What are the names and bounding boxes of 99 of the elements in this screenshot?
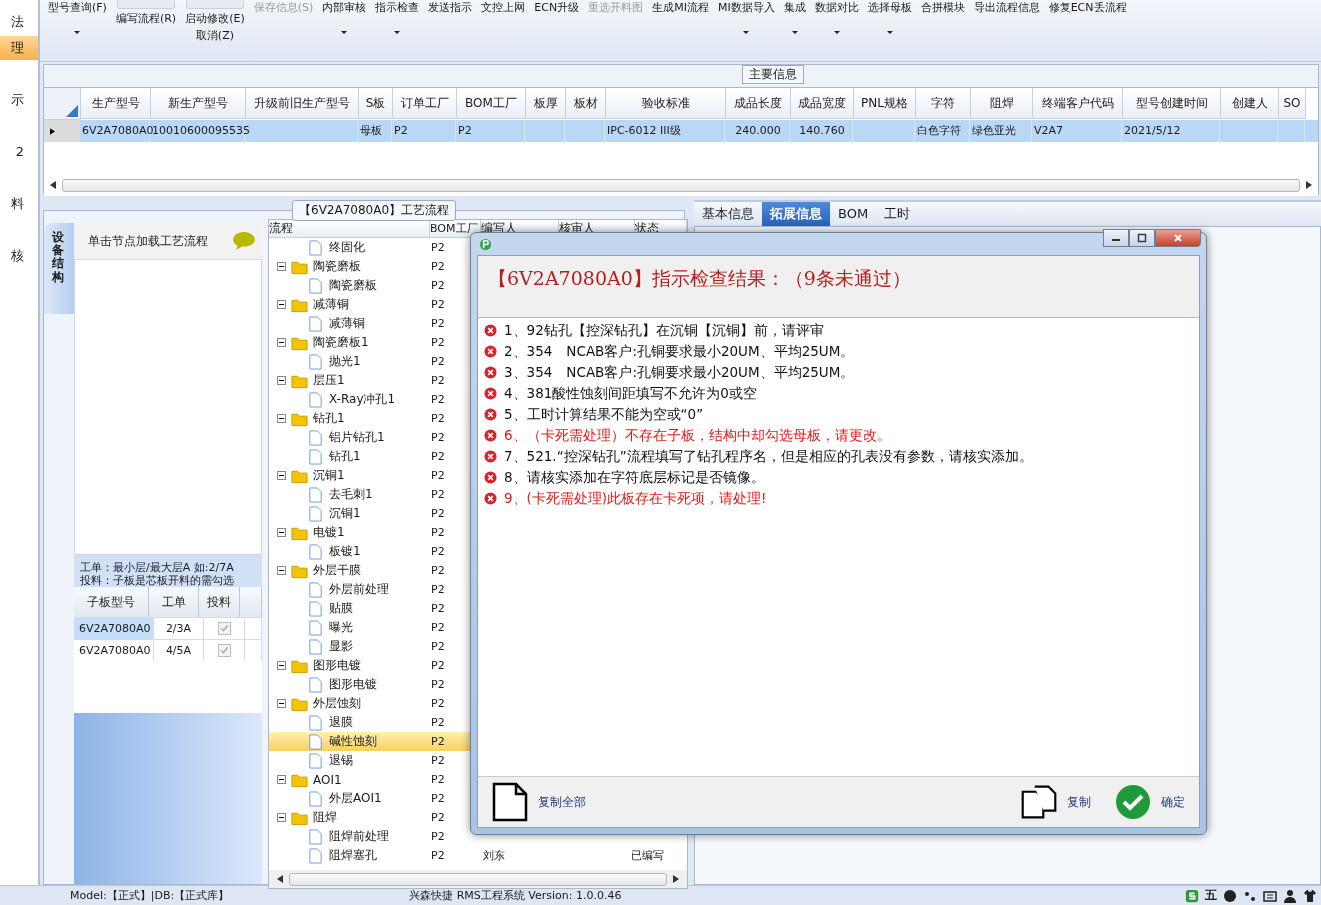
- tree-node-label: 陶瓷磨板1: [313, 334, 369, 351]
- message-text: 6、（卡死需处理）不存在子板，结构中却勾选母板，请更改。: [504, 426, 891, 445]
- table-cell-text: P2: [430, 734, 446, 750]
- table-cell: 2021/5/12: [1124, 124, 1181, 137]
- note-text: 投料：子板是芯板开料的需勾选: [80, 574, 235, 587]
- tree-node-label: 曝光: [329, 619, 353, 636]
- table-cell-text: P2: [430, 848, 446, 864]
- tree-node-label: 减薄铜: [329, 315, 365, 332]
- tree-node-label: 层压1: [313, 372, 345, 389]
- table-cell: IPC-6012 III级: [607, 124, 681, 137]
- tree-node-label: 板镀1: [329, 543, 361, 560]
- table-cell-text: P2: [430, 677, 446, 693]
- table-cell: 已编写: [631, 849, 664, 862]
- tree-node-label: 陶瓷磨板: [313, 258, 361, 275]
- table-cell: P2: [458, 124, 472, 137]
- tree-node-label: 图形电镀: [329, 676, 377, 693]
- table-cell-text: P2: [430, 392, 446, 408]
- message-text: 7、521.“控深钻孔”流程填写了钻孔程序名，但是相应的孔表没有参数，请核实添加。: [504, 447, 1033, 466]
- table-cell-text: P2: [430, 696, 446, 712]
- tree-node-label: 抛光1: [329, 353, 361, 370]
- tree-node-label: 显影: [329, 638, 353, 655]
- table-cell: 4/5A: [154, 640, 204, 661]
- tree-node-label: 减薄铜: [313, 296, 349, 313]
- tree-node-label: 碱性蚀刻: [329, 733, 377, 750]
- table-cell: 6V2A7080A0: [82, 124, 154, 137]
- table-cell-text: P2: [430, 354, 446, 370]
- table-cell-text: P2: [430, 430, 446, 446]
- table-cell: 刘东: [483, 849, 505, 862]
- message-text: 8、请核实添加在字符底层标记是否镜像。: [504, 468, 765, 487]
- message-text: 2、354 NCAB客户:孔铜要求最小20UM、平均25UM。: [504, 342, 855, 361]
- table-cell-text: P2: [430, 316, 446, 332]
- tree-node-label: 阻焊塞孔: [329, 847, 377, 864]
- table-cell-text: P2: [430, 335, 446, 351]
- table-cell-text: P2: [430, 411, 446, 427]
- table-cell-text: P2: [430, 240, 446, 256]
- table-cell-text: P2: [430, 525, 446, 541]
- table-cell-text: P2: [430, 563, 446, 579]
- table-cell-text: P2: [430, 582, 446, 598]
- dialog-heading: 【6V2A7080A0】指示检查结果：（9条未通过）: [488, 267, 911, 289]
- tree-node-label: 阻焊: [313, 809, 337, 826]
- tree-node-label: 钻孔1: [329, 448, 361, 465]
- table-cell-text: P2: [430, 487, 446, 503]
- note-text: 工单：最小层/最大层A 如:2/7A: [80, 561, 235, 574]
- tree-node-label: 外层蚀刻: [313, 695, 361, 712]
- table-cell-text: P2: [430, 791, 446, 807]
- tree-node-label: 陶瓷磨板: [329, 277, 377, 294]
- table-cell-text: P2: [430, 753, 446, 769]
- tree-node-label: 外层前处理: [329, 581, 389, 598]
- status-text: 兴森快捷 RMS工程系统 Version: 1.0.0.46: [409, 888, 622, 903]
- table-cell-text: P2: [430, 278, 446, 294]
- message-text: 5、工时计算结果不能为空或“0”: [504, 405, 704, 424]
- status-text: Model:【正式】|DB:【正式库】: [70, 888, 230, 903]
- table-cell-text: P2: [430, 297, 446, 313]
- message-text: 3、354 NCAB客户:孔铜要求最小20UM、平均25UM。: [504, 363, 855, 382]
- tree-node-label: 沉铜1: [329, 505, 361, 522]
- tree-node-label: 外层干膜: [313, 562, 361, 579]
- tree-node-label: 阻焊前处理: [329, 828, 389, 845]
- table-cell-text: P2: [430, 829, 446, 845]
- table-cell-text: P2: [430, 373, 446, 389]
- table-cell: P2: [394, 124, 408, 137]
- hint-text: 单击节点加载工艺流程: [88, 232, 208, 250]
- table-cell: 140.760: [799, 124, 845, 137]
- panel-title: 【6V2A7080A0】工艺流程: [292, 200, 457, 221]
- table-cell: 白色字符: [917, 124, 961, 137]
- tree-node-label: 铝片钻孔1: [329, 429, 385, 446]
- table-cell-text: P2: [430, 715, 446, 731]
- tree-node-label: 图形电镀: [313, 657, 361, 674]
- table-cell-text: P2: [430, 506, 446, 522]
- table-cell: V2A7: [1034, 124, 1064, 137]
- table-cell-text: P2: [430, 772, 446, 788]
- tree-node-label: 外层AOI1: [329, 790, 382, 807]
- tree-node-label: 终固化: [329, 239, 365, 256]
- table-cell: 240.000: [735, 124, 781, 137]
- message-text: 9、(卡死需处理)此板存在卡死项，请处理!: [504, 489, 767, 508]
- message-text: 4、381酸性蚀刻间距填写不允许为0或空: [504, 384, 757, 403]
- table-cell-text: P2: [430, 639, 446, 655]
- tree-node-label: 去毛刺1: [329, 486, 373, 503]
- table-cell-text: P2: [430, 601, 446, 617]
- tree-node-label: 贴膜: [329, 600, 353, 617]
- tree-node-label: AOI1: [313, 772, 342, 787]
- table-cell: 10010600095535: [152, 124, 250, 137]
- panel-title: 主要信息: [742, 65, 804, 84]
- message-text: 1、92钻孔【控深钻孔】在沉铜【沉铜】前，请评审: [504, 321, 824, 340]
- table-cell-text: P2: [430, 468, 446, 484]
- table-cell-text: P2: [430, 449, 446, 465]
- tree-node-label: X-Ray冲孔1: [329, 391, 396, 408]
- table-cell: 母板: [360, 124, 382, 137]
- table-cell-text: P2: [430, 810, 446, 826]
- tree-node-label: 沉铜1: [313, 467, 345, 484]
- tree-node-label: 钻孔1: [313, 410, 345, 427]
- tree-node-label: 退锡: [329, 752, 353, 769]
- tree-node-label: 电镀1: [313, 524, 345, 541]
- table-cell-text: P2: [430, 259, 446, 275]
- tree-node-label: 退膜: [329, 714, 353, 731]
- table-cell-text: P2: [430, 544, 446, 560]
- table-cell: 绿色亚光: [972, 124, 1016, 137]
- table-cell-text: P2: [430, 658, 446, 674]
- table-cell-text: P2: [430, 620, 446, 636]
- table-cell: 2/3A: [154, 618, 204, 639]
